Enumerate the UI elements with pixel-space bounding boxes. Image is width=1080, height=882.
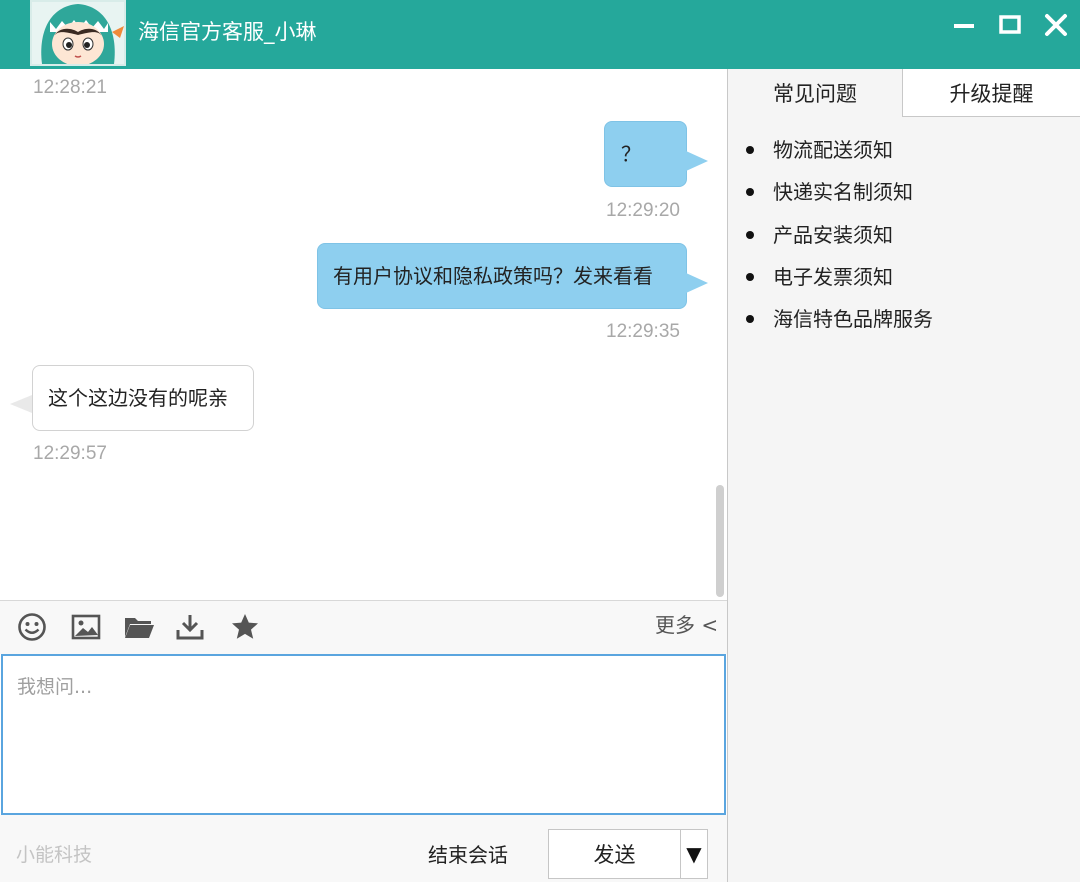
send-button-label: 发送 — [593, 843, 636, 867]
title-bar: 海信官方客服_小琳 — [0, 0, 1080, 69]
download-icon — [176, 615, 204, 640]
chat-footer: 小能科技 结束会话 发送 ▼ — [0, 815, 727, 882]
bullet-icon — [746, 231, 754, 239]
minimize-icon — [954, 24, 974, 28]
download-button[interactable] — [174, 611, 206, 643]
chat-history[interactable]: 12:28:21 ？ 12:29:20 有用户协议和隐私政策吗？发来看看 12:… — [0, 69, 727, 600]
caret-down-icon: ▼ — [686, 842, 702, 866]
agent-avatar[interactable] — [30, 0, 126, 66]
message-timestamp: 12:29:35 — [606, 321, 680, 342]
tab-label: 升级提醒 — [949, 81, 1034, 106]
image-icon — [71, 614, 101, 640]
bubble-tail — [686, 273, 708, 293]
close-button[interactable] — [1038, 10, 1074, 40]
message-text: 有用户协议和隐私政策吗？发来看看 — [333, 264, 653, 288]
star-icon — [232, 614, 258, 639]
emoji-button[interactable] — [16, 611, 48, 643]
input-toolbar: 更多 < — [0, 600, 727, 654]
minimize-button[interactable] — [946, 10, 982, 40]
message-input[interactable] — [3, 656, 724, 813]
end-session-button[interactable]: 结束会话 — [428, 839, 508, 868]
faq-item-label: 产品安装须知 — [773, 223, 893, 247]
bullet-icon — [746, 315, 754, 323]
send-options-dropdown[interactable]: ▼ — [680, 829, 708, 879]
outgoing-message-bubble[interactable]: 有用户协议和隐私政策吗？发来看看 — [317, 243, 687, 309]
tab-upgrade-reminder[interactable]: 升级提醒 — [902, 69, 1080, 117]
tab-faq[interactable]: 常见问题 — [728, 69, 902, 117]
window-title: 海信官方客服_小琳 — [138, 20, 317, 44]
close-icon — [1045, 14, 1067, 36]
bullet-icon — [746, 273, 754, 281]
folder-icon — [125, 618, 154, 638]
more-button[interactable]: 更多 < — [655, 611, 718, 639]
message-timestamp: 12:28:21 — [33, 77, 107, 98]
maximize-icon — [999, 15, 1021, 34]
bubble-tail — [10, 395, 32, 413]
incoming-message-bubble[interactable]: 这个这边没有的呢亲 — [32, 365, 254, 431]
message-text: 这个这边没有的呢亲 — [48, 386, 228, 410]
bullet-icon — [746, 188, 754, 196]
image-button[interactable] — [70, 611, 102, 643]
favorite-button[interactable] — [229, 611, 261, 643]
faq-item[interactable]: 产品安装须知 — [746, 221, 893, 249]
chat-scrollbar[interactable] — [716, 485, 724, 597]
bullet-icon — [746, 146, 754, 154]
faq-item-label: 物流配送须知 — [773, 138, 893, 162]
outgoing-message-bubble[interactable]: ？ — [604, 121, 687, 187]
faq-item[interactable]: 物流配送须知 — [746, 136, 893, 164]
message-text: ？ — [621, 142, 641, 166]
faq-item[interactable]: 海信特色品牌服务 — [746, 305, 933, 333]
brand-label: 小能科技 — [16, 844, 93, 866]
avatar-cartoon-icon — [32, 2, 124, 64]
message-input-box — [1, 654, 726, 815]
maximize-button[interactable] — [992, 10, 1028, 40]
folder-button[interactable] — [123, 611, 155, 643]
faq-item[interactable]: 电子发票须知 — [746, 263, 893, 291]
emoji-icon — [18, 613, 46, 641]
bubble-tail — [686, 151, 708, 171]
message-timestamp: 12:29:57 — [33, 443, 107, 464]
faq-item[interactable]: 快递实名制须知 — [746, 178, 913, 206]
faq-item-label: 快递实名制须知 — [773, 180, 913, 204]
tab-label: 常见问题 — [773, 82, 857, 106]
faq-item-label: 海信特色品牌服务 — [773, 307, 933, 331]
send-button[interactable]: 发送 — [548, 829, 681, 879]
right-side-panel: 常见问题 升级提醒 物流配送须知 快递实名制须知 产品安装须知 电子发票须知 海… — [728, 69, 1080, 882]
message-timestamp: 12:29:20 — [606, 200, 680, 221]
faq-item-label: 电子发票须知 — [773, 265, 893, 289]
